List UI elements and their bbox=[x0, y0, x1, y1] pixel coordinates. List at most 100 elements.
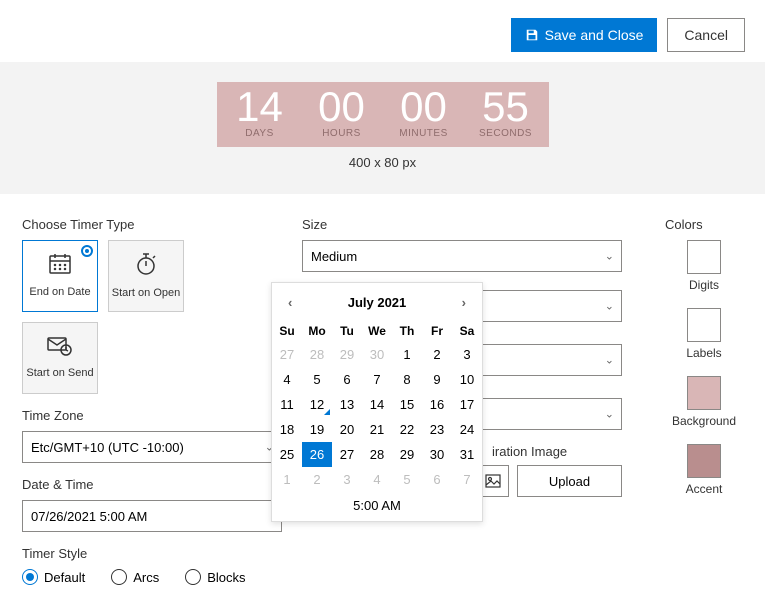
datepicker-day[interactable]: 11 bbox=[272, 392, 302, 417]
datepicker-day[interactable]: 15 bbox=[392, 392, 422, 417]
datepicker-day[interactable]: 31 bbox=[452, 442, 482, 467]
datepicker-day[interactable]: 17 bbox=[452, 392, 482, 417]
cancel-button[interactable]: Cancel bbox=[667, 18, 745, 52]
choose-timer-type-label: Choose Timer Type bbox=[22, 217, 282, 232]
timer-seconds-value: 55 bbox=[465, 86, 547, 128]
datepicker-dow: Tu bbox=[332, 320, 362, 342]
datepicker-day[interactable]: 30 bbox=[422, 442, 452, 467]
datepicker-prev-button[interactable]: ‹ bbox=[282, 293, 298, 312]
datepicker-day[interactable]: 8 bbox=[392, 367, 422, 392]
timezone-select[interactable] bbox=[22, 431, 282, 463]
datepicker-day[interactable]: 7 bbox=[362, 367, 392, 392]
save-and-close-button[interactable]: Save and Close bbox=[511, 18, 658, 52]
datepicker-day[interactable]: 2 bbox=[422, 342, 452, 367]
digits-label: Digits bbox=[665, 278, 743, 292]
timer-preview: 14 DAYS 00 HOURS 00 MINUTES 55 SECONDS bbox=[217, 82, 549, 147]
datepicker-day[interactable]: 1 bbox=[272, 467, 302, 492]
timer-seconds: 55 SECONDS bbox=[465, 84, 547, 145]
style-blocks-radio[interactable]: Blocks bbox=[185, 569, 245, 585]
datepicker-dow: We bbox=[362, 320, 392, 342]
datepicker-dow: Su bbox=[272, 320, 302, 342]
datetime-label: Date & Time bbox=[22, 477, 282, 492]
datepicker-dow: Sa bbox=[452, 320, 482, 342]
tile-label: Start on Open bbox=[112, 287, 181, 300]
datepicker-day[interactable]: 13 bbox=[332, 392, 362, 417]
datepicker-day[interactable]: 28 bbox=[362, 442, 392, 467]
datepicker-day[interactable]: 30 bbox=[362, 342, 392, 367]
datetime-input[interactable] bbox=[22, 500, 282, 532]
datepicker-day[interactable]: 24 bbox=[452, 417, 482, 442]
timer-days: 14 DAYS bbox=[219, 84, 301, 145]
datepicker-day[interactable]: 4 bbox=[362, 467, 392, 492]
datepicker-day[interactable]: 9 bbox=[422, 367, 452, 392]
accent-color-swatch[interactable] bbox=[687, 444, 721, 478]
datepicker-day[interactable]: 3 bbox=[452, 342, 482, 367]
datepicker-title: July 2021 bbox=[348, 295, 407, 310]
envelope-clock-icon bbox=[47, 336, 73, 362]
timezone-label: Time Zone bbox=[22, 408, 282, 423]
background-color-swatch[interactable] bbox=[687, 376, 721, 410]
datepicker-day[interactable]: 29 bbox=[332, 342, 362, 367]
datepicker-day[interactable]: 18 bbox=[272, 417, 302, 442]
timer-hours-value: 00 bbox=[301, 86, 383, 128]
datepicker-day[interactable]: 4 bbox=[272, 367, 302, 392]
radio-icon bbox=[22, 569, 38, 585]
datepicker-dow: Mo bbox=[302, 320, 332, 342]
background-label: Background bbox=[665, 414, 743, 428]
datepicker-day[interactable]: 6 bbox=[332, 367, 362, 392]
expiration-image-label: iration Image bbox=[492, 444, 645, 459]
datepicker-day[interactable]: 21 bbox=[362, 417, 392, 442]
tile-label: End on Date bbox=[29, 286, 90, 299]
datepicker-day[interactable]: 19 bbox=[302, 417, 332, 442]
datepicker-next-button[interactable]: › bbox=[456, 293, 472, 312]
datepicker-day[interactable]: 28 bbox=[302, 342, 332, 367]
tile-end-on-date[interactable]: End on Date bbox=[22, 240, 98, 312]
radio-selected-icon bbox=[81, 245, 93, 257]
datepicker-day[interactable]: 6 bbox=[422, 467, 452, 492]
datepicker-day[interactable]: 16 bbox=[422, 392, 452, 417]
upload-button[interactable]: Upload bbox=[517, 465, 622, 497]
datepicker-day[interactable]: 23 bbox=[422, 417, 452, 442]
radio-label: Default bbox=[44, 570, 85, 585]
datepicker-day[interactable]: 3 bbox=[332, 467, 362, 492]
tile-start-on-send[interactable]: Start on Send bbox=[22, 322, 98, 394]
radio-label: Blocks bbox=[207, 570, 245, 585]
size-select[interactable] bbox=[302, 240, 622, 272]
timer-hours: 00 HOURS bbox=[301, 84, 383, 145]
timer-days-label: DAYS bbox=[219, 128, 301, 139]
datepicker-day[interactable]: 20 bbox=[332, 417, 362, 442]
accent-label: Accent bbox=[665, 482, 743, 496]
timer-minutes: 00 MINUTES bbox=[383, 84, 465, 145]
preview-dimensions: 400 x 80 px bbox=[0, 155, 765, 170]
labels-color-swatch[interactable] bbox=[687, 308, 721, 342]
datepicker-dow: Fr bbox=[422, 320, 452, 342]
datepicker-day[interactable]: 25 bbox=[272, 442, 302, 467]
datepicker-day[interactable]: 1 bbox=[392, 342, 422, 367]
save-icon bbox=[525, 28, 539, 42]
datepicker-day[interactable]: 12 bbox=[302, 392, 332, 417]
digits-color-swatch[interactable] bbox=[687, 240, 721, 274]
datepicker-day[interactable]: 5 bbox=[392, 467, 422, 492]
datepicker-day[interactable]: 10 bbox=[452, 367, 482, 392]
datepicker-day[interactable]: 14 bbox=[362, 392, 392, 417]
radio-icon bbox=[185, 569, 201, 585]
tile-label: Start on Send bbox=[26, 367, 93, 380]
timer-days-value: 14 bbox=[219, 86, 301, 128]
datepicker-day[interactable]: 26 bbox=[302, 442, 332, 467]
datepicker-day[interactable]: 22 bbox=[392, 417, 422, 442]
datepicker-time[interactable]: 5:00 AM bbox=[272, 492, 482, 513]
datepicker-day[interactable]: 5 bbox=[302, 367, 332, 392]
datepicker-day[interactable]: 7 bbox=[452, 467, 482, 492]
timer-style-label: Timer Style bbox=[22, 546, 282, 561]
datepicker-day[interactable]: 27 bbox=[332, 442, 362, 467]
radio-icon bbox=[111, 569, 127, 585]
datepicker-day[interactable]: 29 bbox=[392, 442, 422, 467]
datepicker-day[interactable]: 27 bbox=[272, 342, 302, 367]
tile-start-on-open[interactable]: Start on Open bbox=[108, 240, 184, 312]
style-arcs-radio[interactable]: Arcs bbox=[111, 569, 159, 585]
datepicker-day[interactable]: 2 bbox=[302, 467, 332, 492]
style-default-radio[interactable]: Default bbox=[22, 569, 85, 585]
timer-preview-area: 14 DAYS 00 HOURS 00 MINUTES 55 SECONDS 4… bbox=[0, 62, 765, 195]
timer-hours-label: HOURS bbox=[301, 128, 383, 139]
datepicker-popup: ‹ July 2021 › SuMoTuWeThFrSa272829301234… bbox=[271, 282, 483, 522]
